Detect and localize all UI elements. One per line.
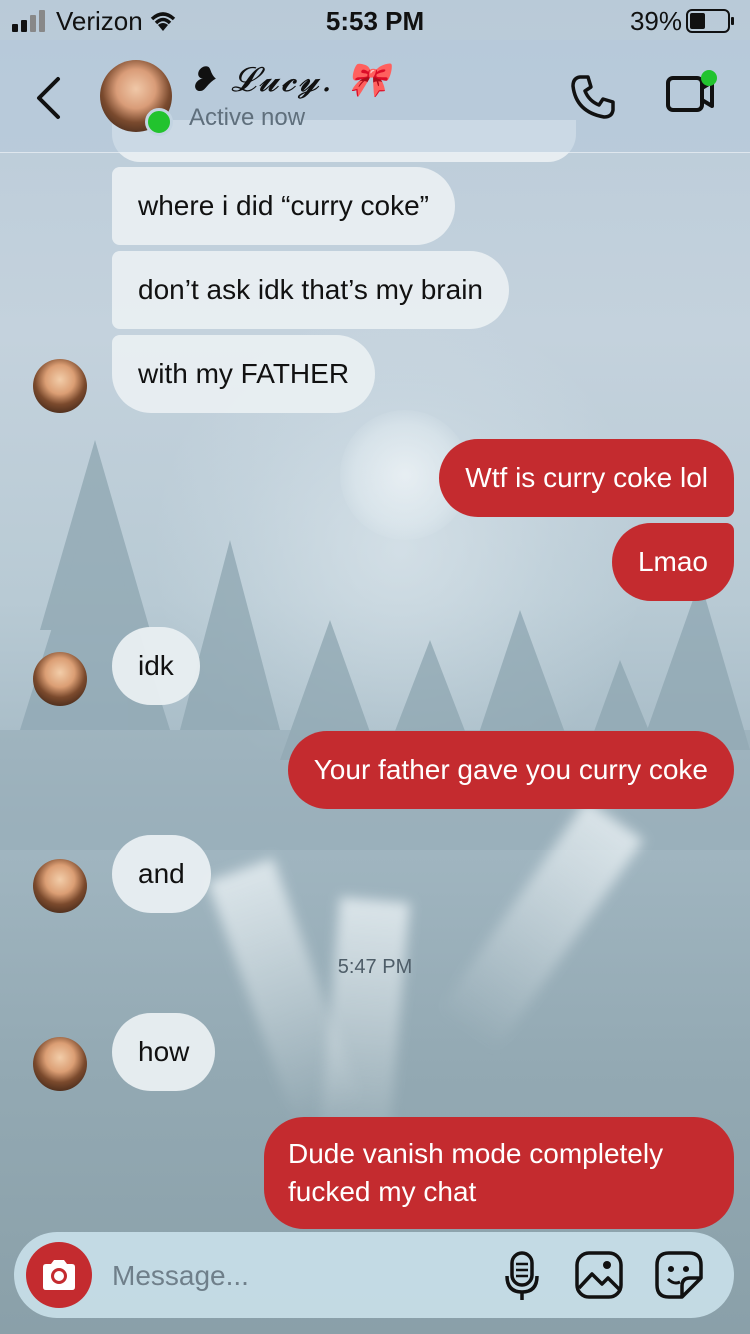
phone-icon — [571, 75, 615, 119]
chevron-left-icon — [37, 77, 60, 119]
message-bubble-outgoing[interactable]: Wtf is curry coke lol — [439, 439, 734, 517]
message-bubble-incoming[interactable]: with my FATHER — [112, 335, 376, 413]
message-input[interactable] — [110, 1250, 474, 1302]
gallery-button[interactable] — [574, 1250, 624, 1305]
online-indicator — [145, 108, 173, 136]
status-bar: Verizon 5:53 PM 39% — [0, 0, 750, 40]
chat-header: ❥ 𝓛𝓾𝓬𝔂. 🎀 Active now — [0, 40, 750, 153]
message-bubble-outgoing[interactable]: Your father gave you curry coke — [287, 731, 734, 809]
microphone-icon — [505, 1251, 539, 1300]
message-bubble-incoming[interactable]: where i did “curry coke” — [112, 167, 455, 245]
sender-avatar[interactable] — [33, 859, 87, 913]
message-bubble-outgoing[interactable]: Dude vanish mode completely fucked my ch… — [264, 1117, 734, 1229]
signal-strength-icon — [12, 10, 45, 32]
image-icon — [575, 1251, 623, 1299]
sender-avatar[interactable] — [33, 652, 87, 706]
message-bubble-incoming[interactable]: idk — [112, 627, 200, 705]
sender-avatar[interactable] — [33, 359, 87, 413]
battery-icon — [686, 9, 734, 33]
message-bubble-incoming[interactable]: how — [112, 1013, 216, 1091]
carrier-name: Verizon — [56, 6, 143, 36]
message-bubble-incoming[interactable]: and — [112, 835, 211, 913]
wifi-icon — [150, 12, 176, 31]
contact-status: Active now — [189, 104, 306, 131]
sender-avatar[interactable] — [33, 1037, 87, 1091]
message-bubble-incoming[interactable]: don’t ask idk that’s my brain — [112, 251, 509, 329]
voice-call-button[interactable] — [568, 72, 618, 127]
message-thread: where i did “curry coke” don’t ask idk t… — [0, 0, 750, 1334]
message-bubble-outgoing[interactable]: Lmao — [611, 523, 734, 601]
camera-icon — [43, 1260, 75, 1290]
back-button[interactable] — [26, 68, 70, 128]
contact-name[interactable]: ❥ 𝓛𝓾𝓬𝔂. 🎀 — [188, 60, 391, 100]
sticker-icon — [655, 1251, 703, 1299]
camera-button[interactable] — [26, 1242, 92, 1308]
video-active-indicator — [701, 70, 717, 86]
sticker-button[interactable] — [654, 1250, 704, 1305]
battery-percentage: 39% — [629, 6, 682, 36]
timestamp-divider: 5:47 PM — [337, 956, 413, 978]
message-composer — [14, 1232, 734, 1318]
voice-message-button[interactable] — [502, 1250, 542, 1307]
